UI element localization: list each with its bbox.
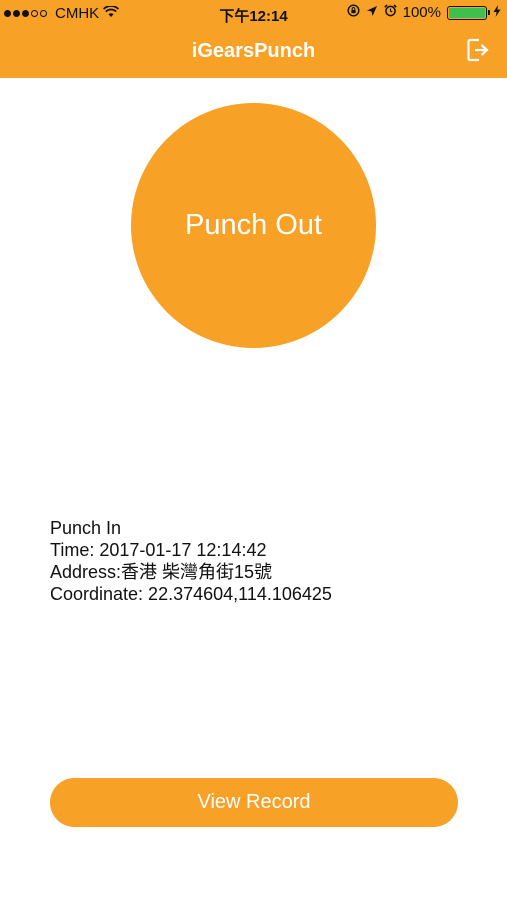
app-title: iGearsPunch [191, 40, 316, 62]
view-record-button[interactable]: View Record [50, 778, 458, 827]
punch-time: Time: 2017-01-17 12:14:42 [50, 540, 267, 560]
logout-button[interactable] [463, 37, 493, 67]
app-screen: CMHK 下午12:14 100% iGearsPunch Punch Out … [0, 0, 507, 900]
status-right: 100% [347, 4, 501, 21]
logout-icon [466, 37, 490, 68]
punch-out-button[interactable]: Punch Out [131, 103, 376, 348]
punch-coordinate: Coordinate: 22.374604,114.106425 [50, 584, 332, 604]
status-bar: CMHK 下午12:14 100% [0, 0, 507, 28]
battery-icon [447, 5, 490, 20]
location-arrow-icon [366, 4, 378, 21]
punch-info-heading: Punch In [50, 518, 122, 538]
punch-address: Address:香港 柴灣角街15號 [50, 562, 273, 582]
punch-info: Punch In Time: 2017-01-17 12:14:42 Addre… [50, 517, 490, 605]
screen-lock-icon [347, 4, 360, 21]
alarm-icon [383, 4, 397, 21]
charging-icon [493, 4, 501, 21]
battery-percent: 100% [402, 4, 441, 21]
nav-bar: iGearsPunch [0, 28, 507, 78]
